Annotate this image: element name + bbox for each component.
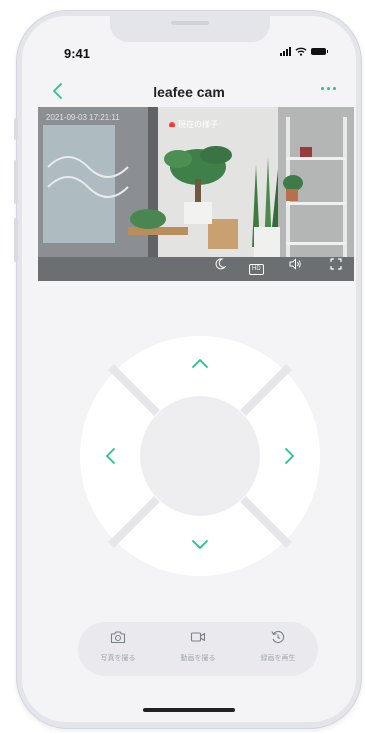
camera-icon <box>110 631 126 644</box>
fullscreen-button[interactable] <box>330 257 342 275</box>
more-dot-icon <box>327 87 330 90</box>
status-icons <box>280 47 328 56</box>
direction-pad-graphic <box>80 336 320 576</box>
record-video-button[interactable]: 動画を撮る <box>158 630 238 663</box>
phone-notch <box>110 16 270 42</box>
nav-bar: leafee cam <box>22 76 356 108</box>
hd-toggle-button[interactable]: HD <box>249 257 264 275</box>
phone-screen: 9:41 leafee cam 2021-09-03 17:21:11 現在の様… <box>22 16 356 722</box>
moon-icon <box>215 258 227 270</box>
replay-icon <box>271 630 285 643</box>
phone-side-button <box>14 118 18 140</box>
play-recording-button[interactable]: 録画を再生 <box>238 630 318 663</box>
action-bar: 写真を撮る 動画を撮る 録画を再生 <box>78 622 318 676</box>
video-timestamp: 2021-09-03 17:21:11 <box>46 113 120 122</box>
more-button[interactable] <box>317 83 340 94</box>
fullscreen-icon <box>330 258 342 270</box>
wifi-icon <box>295 47 307 56</box>
record-video-label: 動画を撮る <box>180 655 216 662</box>
night-mode-button[interactable] <box>214 257 227 275</box>
play-recording-label: 録画を再生 <box>260 655 296 662</box>
signal-icon <box>280 47 291 56</box>
page-title: leafee cam <box>153 84 225 100</box>
phone-side-button <box>14 218 18 262</box>
video-controls: HD <box>38 255 354 281</box>
ptz-direction-pad <box>80 336 320 576</box>
hd-icon: HD <box>249 264 264 275</box>
battery-icon <box>311 48 328 55</box>
phone-side-button <box>14 160 18 204</box>
heart-icon <box>169 122 175 127</box>
status-time: 9:41 <box>64 46 91 61</box>
video-camera-icon <box>190 632 206 642</box>
take-photo-button[interactable]: 写真を撮る <box>78 630 158 663</box>
home-indicator[interactable] <box>143 708 235 712</box>
live-label-text: 現在の様子 <box>178 120 218 129</box>
camera-live-view[interactable]: 2021-09-03 17:21:11 現在の様子 HD <box>38 107 354 281</box>
speaker-icon <box>289 258 301 270</box>
sound-button[interactable] <box>289 257 302 275</box>
more-dot-icon <box>333 87 336 90</box>
more-dot-icon <box>321 87 324 90</box>
take-photo-label: 写真を撮る <box>100 655 136 662</box>
live-status-label: 現在の様子 <box>169 119 218 130</box>
